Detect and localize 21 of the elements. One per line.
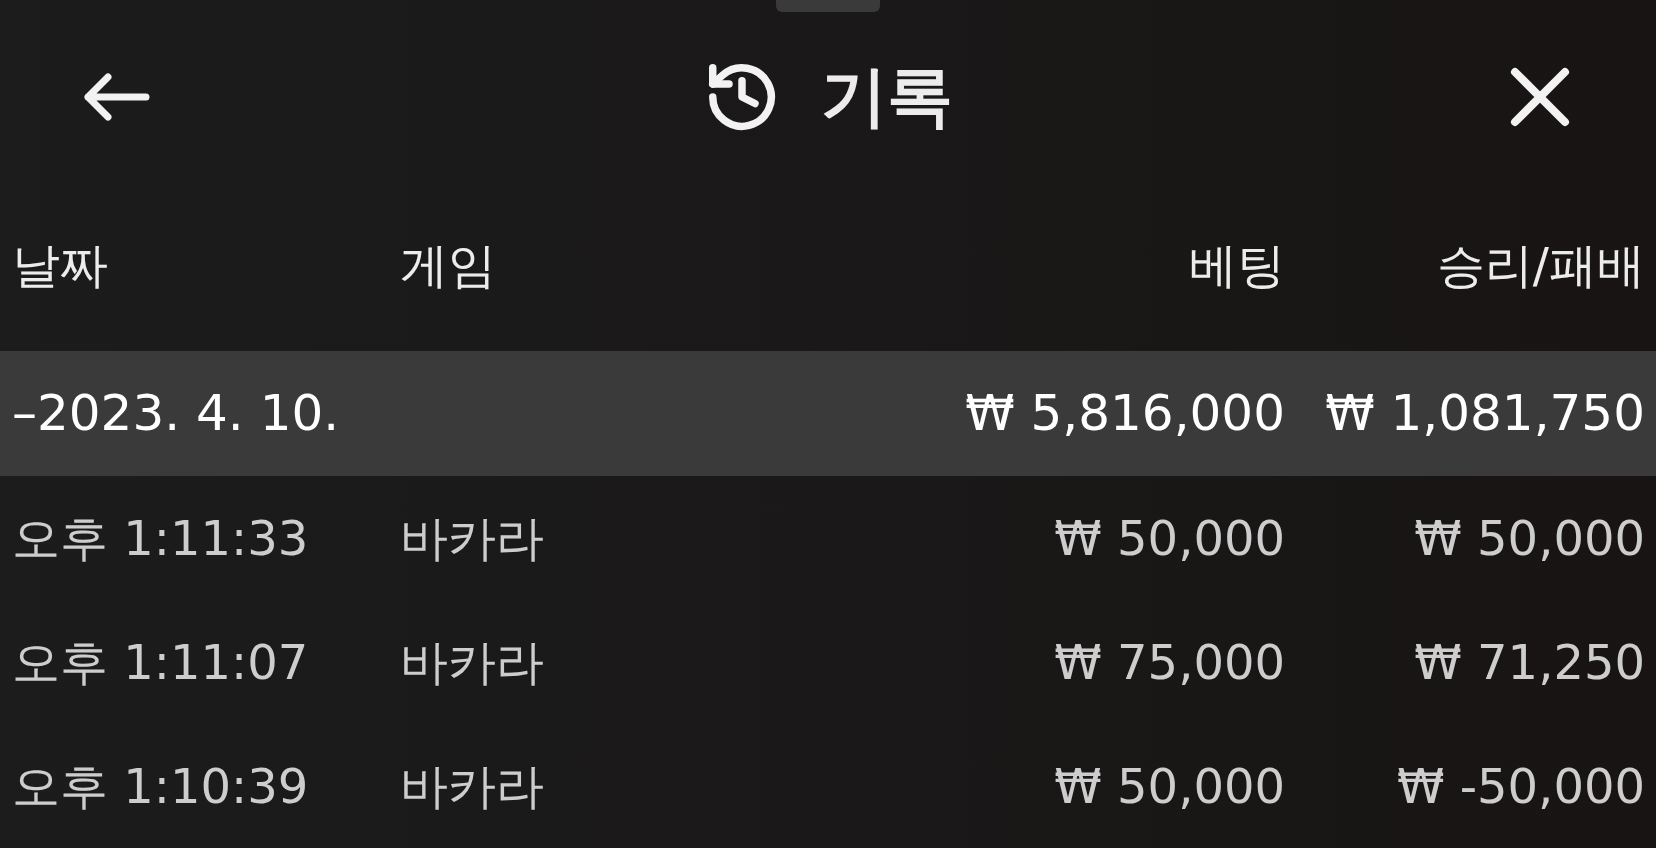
column-header: 베팅 xyxy=(1188,236,1285,296)
result-cell-text: ₩ 50,000 xyxy=(1413,509,1645,569)
bet-cell-text: ₩ 50,000 xyxy=(1053,757,1285,817)
bet-cell-text: ₩ 75,000 xyxy=(1053,633,1285,693)
time-cell-text: 오후 1:10:39 xyxy=(12,757,310,817)
game-cell-text: 바카라 xyxy=(400,509,545,569)
game-cell-text: 바카라 xyxy=(400,633,545,693)
column-header: 게임 xyxy=(400,236,497,296)
bet-total: ₩ 5,816,000 xyxy=(964,383,1285,445)
result-cell-text: ₩ -50,000 xyxy=(1396,757,1645,817)
date-cell-text: –2023. 4. 10. xyxy=(12,383,341,445)
time-cell-text: 오후 1:11:33 xyxy=(12,509,310,569)
column-header: 승리/패배 xyxy=(1435,236,1645,296)
result-cell-text: ₩ 71,250 xyxy=(1413,633,1645,693)
window-title: 기록 xyxy=(821,63,953,130)
bet-cell-text: ₩ 50,000 xyxy=(1053,509,1285,569)
drag-handle[interactable] xyxy=(776,0,880,12)
column-header: 날짜 xyxy=(12,236,109,296)
result-total: ₩ 1,081,750 xyxy=(1324,383,1645,445)
game-cell-text: 바카라 xyxy=(400,757,545,817)
time-cell-text: 오후 1:11:07 xyxy=(12,633,310,693)
